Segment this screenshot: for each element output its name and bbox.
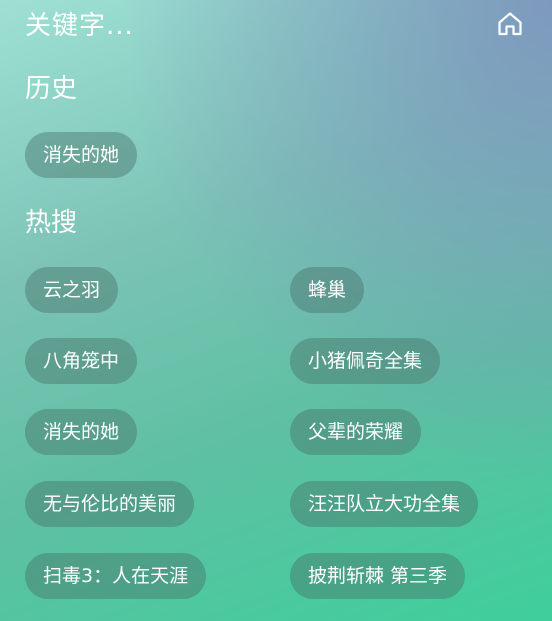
- hot-chip[interactable]: 扫毒3：人在天涯: [25, 553, 207, 599]
- search-input[interactable]: 关键字...: [25, 9, 134, 43]
- hot-chip[interactable]: 汪汪队立大功全集: [290, 481, 479, 527]
- top-bar: 关键字...: [0, 0, 552, 54]
- hot-chip[interactable]: 披荆斩棘 第三季: [290, 553, 466, 599]
- home-icon: [498, 12, 522, 36]
- hot-chip[interactable]: 消失的她: [25, 409, 138, 455]
- hot-search-title: 热搜: [25, 208, 78, 238]
- hot-chip[interactable]: 八角笼中: [25, 338, 138, 384]
- hot-chip[interactable]: 父辈的荣耀: [290, 409, 422, 455]
- hot-chip[interactable]: 云之羽: [25, 267, 119, 313]
- hot-chip[interactable]: 小猪佩奇全集: [290, 338, 441, 384]
- hot-chip[interactable]: 无与伦比的美丽: [25, 481, 195, 527]
- history-chip[interactable]: 消失的她: [25, 132, 138, 178]
- hot-chip[interactable]: 蜂巢: [290, 267, 365, 313]
- home-button[interactable]: [496, 10, 524, 38]
- history-title: 历史: [25, 74, 78, 104]
